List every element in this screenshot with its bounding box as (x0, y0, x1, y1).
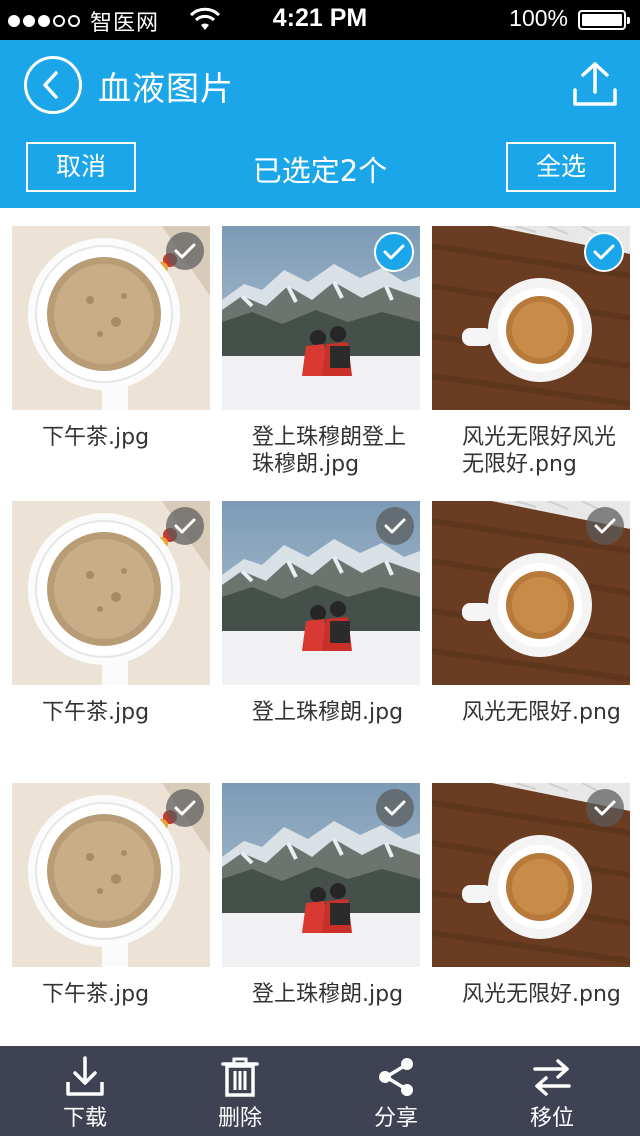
back-button[interactable] (24, 56, 82, 114)
check-icon (384, 518, 406, 534)
bottom-toolbar: 下载 删除 分享 移位 (0, 1046, 640, 1136)
file-thumbnail[interactable] (222, 501, 420, 685)
check-icon (174, 518, 196, 534)
checkbox-unchecked[interactable] (166, 789, 204, 827)
file-thumbnail[interactable] (12, 783, 210, 967)
check-icon (383, 244, 405, 260)
file-thumbnail[interactable] (222, 226, 420, 410)
upload-icon[interactable] (572, 60, 618, 108)
file-name: 下午茶.jpg (42, 982, 150, 1007)
file-name: 风光无限好.png (462, 700, 621, 725)
file-item[interactable]: 风光无限好.png (432, 501, 630, 726)
file-name: 登上珠穆朗.jpg (252, 700, 404, 725)
battery-percentage: 100% (509, 5, 568, 31)
file-item[interactable]: 登上珠穆朗.jpg (222, 501, 420, 726)
download-icon (66, 1056, 104, 1096)
file-thumbnail[interactable] (432, 226, 630, 410)
check-icon (594, 800, 616, 816)
file-thumbnail[interactable] (12, 501, 210, 685)
trash-icon (221, 1057, 259, 1097)
checkbox-unchecked[interactable] (166, 232, 204, 270)
select-all-button[interactable]: 全选 (506, 142, 616, 192)
move-label: 移位 (529, 1106, 574, 1131)
delete-button[interactable]: 删除 (185, 1046, 295, 1136)
checkbox-unchecked[interactable] (586, 789, 624, 827)
download-label: 下载 (62, 1106, 107, 1131)
file-item[interactable]: 下午茶.jpg (12, 501, 210, 726)
delete-label: 删除 (217, 1106, 262, 1131)
share-icon (379, 1058, 413, 1096)
share-label: 分享 (373, 1106, 418, 1131)
check-icon (384, 800, 406, 816)
file-thumbnail[interactable] (222, 783, 420, 967)
file-item[interactable]: 风光无限好.png (432, 783, 630, 1008)
file-thumbnail[interactable] (432, 783, 630, 967)
file-thumbnail[interactable] (12, 226, 210, 410)
share-button[interactable]: 分享 (341, 1046, 451, 1136)
file-thumbnail[interactable] (432, 501, 630, 685)
file-item[interactable]: 登上珠穆朗登上珠穆朗.jpg (222, 226, 420, 478)
check-icon (594, 518, 616, 534)
check-icon (174, 243, 196, 259)
image-grid: 下午茶.jpg 登上珠穆朗登上珠穆朗.jpg 风光无限好风光无限好.png 下午… (0, 208, 640, 1046)
page-title: 血液图片 (98, 69, 234, 108)
file-name: 风光无限好风光无限好.png (462, 425, 617, 477)
checkbox-unchecked[interactable] (586, 507, 624, 545)
file-name: 下午茶.jpg (42, 425, 150, 450)
checkbox-checked[interactable] (584, 232, 624, 272)
file-name: 登上珠穆朗.jpg (252, 982, 404, 1007)
status-bar: 智医网 4:21 PM 100% (0, 0, 640, 40)
file-name: 下午茶.jpg (42, 700, 150, 725)
header: 血液图片 取消 已选定2个 全选 (0, 40, 640, 208)
file-name: 风光无限好.png (462, 982, 621, 1007)
file-name: 登上珠穆朗登上珠穆朗.jpg (252, 425, 407, 477)
checkbox-unchecked[interactable] (376, 507, 414, 545)
battery-icon (578, 10, 630, 30)
file-item[interactable]: 下午茶.jpg (12, 226, 210, 451)
check-icon (593, 244, 615, 260)
move-button[interactable]: 移位 (497, 1046, 607, 1136)
swap-arrows-icon (533, 1059, 571, 1096)
file-item[interactable]: 风光无限好风光无限好.png (432, 226, 630, 478)
checkbox-checked[interactable] (374, 232, 414, 272)
download-button[interactable]: 下载 (30, 1046, 140, 1136)
file-item[interactable]: 登上珠穆朗.jpg (222, 783, 420, 1008)
checkbox-unchecked[interactable] (166, 507, 204, 545)
file-item[interactable]: 下午茶.jpg (12, 783, 210, 1008)
check-icon (174, 800, 196, 816)
checkbox-unchecked[interactable] (376, 789, 414, 827)
back-icon (43, 71, 58, 99)
